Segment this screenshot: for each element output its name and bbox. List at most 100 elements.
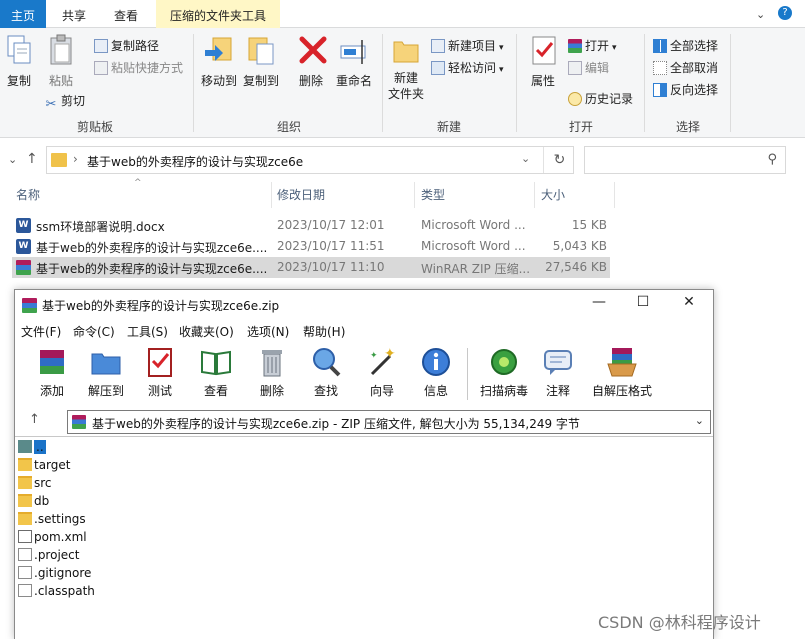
file-row-selected[interactable]: 基于web的外卖程序的设计与实现zce6e.... 2023/10/17 11:…: [12, 257, 610, 278]
properties-button[interactable]: 属性: [528, 34, 558, 89]
rename-button[interactable]: 重命名: [335, 34, 373, 89]
address-bar[interactable]: › 基于web的外卖程序的设计与实现zce6e ⌄ ↻: [46, 146, 574, 174]
open-button[interactable]: 打开 ▾: [568, 37, 617, 55]
paste-label: 粘贴: [48, 74, 73, 88]
chevron-down-icon[interactable]: ⌄: [695, 414, 704, 427]
dropdown-arrow-icon: ▾: [499, 65, 504, 75]
tab-home[interactable]: 主页: [0, 0, 46, 28]
menu-file[interactable]: 文件(F): [21, 323, 61, 340]
delete-archive-button[interactable]: 删除: [247, 346, 297, 399]
new-item-label: 新建项目: [448, 39, 497, 53]
edit-button[interactable]: 编辑: [568, 59, 609, 77]
tab-share[interactable]: 共享: [56, 4, 92, 28]
paste-shortcut-button[interactable]: 粘贴快捷方式: [94, 59, 183, 77]
cut-button[interactable]: ✂ 剪切: [44, 92, 86, 112]
move-to-button[interactable]: 移动到: [200, 34, 238, 89]
easy-access-icon: [431, 61, 445, 75]
up-arrow-icon[interactable]: ↑: [26, 151, 38, 167]
copy-path-button[interactable]: 复制路径: [94, 37, 159, 55]
info-button[interactable]: 信息: [411, 346, 461, 399]
delete-button[interactable]: 删除: [297, 34, 327, 89]
watermark: CSDN @林科程序设计: [598, 613, 761, 632]
search-input[interactable]: ⚲: [584, 146, 786, 174]
word-icon: W: [16, 218, 31, 233]
column-size[interactable]: 大小: [541, 182, 565, 208]
new-item-icon: [431, 39, 445, 53]
group-label-open: 打开: [568, 120, 593, 134]
close-icon[interactable]: ✕: [679, 294, 699, 310]
help-icon[interactable]: ?: [778, 6, 792, 20]
copy-to-button[interactable]: 复制到: [242, 34, 280, 89]
test-label: 测试: [147, 384, 172, 398]
group-label-new: 新建: [436, 120, 461, 134]
new-folder-button[interactable]: 新建 文件夹: [386, 34, 426, 102]
history-icon: [568, 92, 582, 106]
folder-icon: [18, 458, 32, 471]
new-item-button[interactable]: 新建项目 ▾: [431, 37, 504, 55]
column-divider[interactable]: [414, 182, 415, 208]
minimize-icon[interactable]: —: [589, 294, 609, 310]
sfx-box-icon: [606, 346, 638, 378]
column-name[interactable]: 名称: [16, 182, 40, 208]
file-row[interactable]: W 基于web的外卖程序的设计与实现zce6e.... 2023/10/17 1…: [12, 236, 610, 257]
tab-view[interactable]: 查看: [108, 4, 144, 28]
column-divider[interactable]: [271, 182, 272, 208]
invert-selection-button[interactable]: 反向选择: [653, 81, 718, 99]
address-dropdown-icon[interactable]: ⌄: [521, 152, 530, 165]
select-none-button[interactable]: 全部取消: [653, 59, 718, 77]
magnifier-icon: [310, 346, 342, 378]
maximize-icon[interactable]: ☐: [633, 294, 653, 310]
menu-options[interactable]: 选项(N): [247, 323, 289, 340]
wizard-button[interactable]: ✦ ✦ 向导: [357, 346, 407, 399]
file-row[interactable]: W ssm环境部署说明.docx 2023/10/17 12:01 Micros…: [12, 215, 610, 236]
move-to-label: 移动到: [200, 74, 237, 88]
svg-text:✦: ✦: [370, 351, 378, 361]
find-button[interactable]: 查找: [301, 346, 351, 399]
extract-to-button[interactable]: 解压到: [81, 346, 131, 399]
column-divider[interactable]: [534, 182, 535, 208]
history-button[interactable]: 历史记录: [568, 90, 633, 108]
easy-access-label: 轻松访问: [448, 61, 497, 75]
menu-tools[interactable]: 工具(S): [127, 323, 168, 340]
add-button[interactable]: 添加: [27, 346, 77, 399]
rename-label: 重命名: [335, 74, 372, 88]
comment-button[interactable]: 注释: [533, 346, 583, 399]
copy-icon: [4, 34, 36, 68]
select-all-button[interactable]: 全部选择: [653, 37, 718, 55]
column-divider[interactable]: [614, 182, 615, 208]
winrar-icon: [16, 260, 31, 275]
item-name: .settings: [34, 512, 86, 526]
file-type: Microsoft Word ...: [421, 218, 526, 232]
menu-commands[interactable]: 命令(C): [73, 323, 115, 340]
easy-access-button[interactable]: 轻松访问 ▾: [431, 59, 504, 77]
add-label: 添加: [39, 384, 64, 398]
address-row: ⌄ ↑ › 基于web的外卖程序的设计与实现zce6e ⌄ ↻ ⚲: [0, 142, 805, 176]
refresh-icon[interactable]: ↻: [543, 147, 575, 173]
column-type[interactable]: 类型: [421, 182, 445, 208]
sfx-button[interactable]: 自解压格式: [587, 346, 657, 399]
menu-favorites[interactable]: 收藏夹(O): [179, 323, 234, 340]
copy-button[interactable]: 复制: [4, 34, 34, 89]
word-icon: W: [16, 239, 31, 254]
tab-compressed-folder-tools[interactable]: 压缩的文件夹工具: [156, 0, 280, 28]
virus-scan-label: 扫描病毒: [479, 384, 528, 398]
winrar-title-bar[interactable]: 基于web的外卖程序的设计与实现zce6e.zip — ☐ ✕: [15, 290, 713, 320]
virus-scan-button[interactable]: 扫描病毒: [475, 346, 533, 399]
menu-help[interactable]: 帮助(H): [303, 323, 345, 340]
ribbon-collapse-icon[interactable]: ⌄: [756, 8, 765, 21]
folder-icon: [18, 476, 32, 489]
cut-label: 剪切: [61, 94, 86, 108]
test-button[interactable]: 测试: [135, 346, 185, 399]
view-button[interactable]: 查看: [191, 346, 241, 399]
scissors-icon: ✂: [45, 97, 57, 112]
winrar-address-dropdown[interactable]: 基于web的外卖程序的设计与实现zce6e.zip - ZIP 压缩文件, 解包…: [67, 410, 711, 434]
extract-folder-icon: [90, 346, 122, 378]
file-type: WinRAR ZIP 压缩...: [421, 262, 531, 276]
paste-button[interactable]: 粘贴: [46, 34, 76, 89]
file-type: Microsoft Word ...: [421, 239, 526, 253]
group-divider: [193, 34, 194, 132]
breadcrumb-chevron-icon[interactable]: ›: [73, 152, 78, 166]
recent-locations-chevron-icon[interactable]: ⌄: [8, 153, 17, 166]
column-date[interactable]: 修改日期: [277, 182, 325, 208]
up-arrow-icon[interactable]: ↑: [29, 412, 40, 427]
